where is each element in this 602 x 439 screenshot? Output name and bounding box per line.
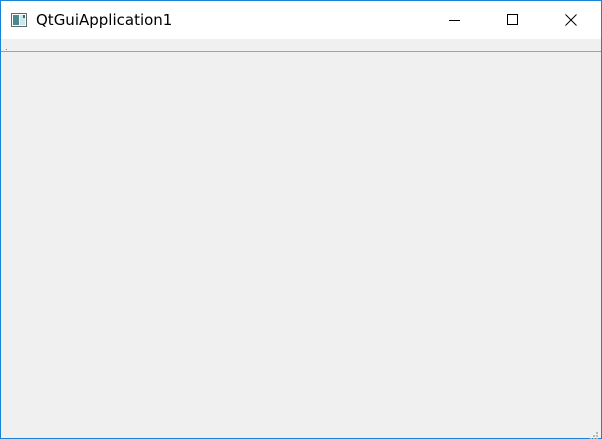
close-button[interactable] [542, 1, 600, 39]
maximize-button[interactable] [484, 1, 542, 39]
window-title: QtGuiApplication1 [36, 11, 173, 29]
main-toolbar [1, 39, 601, 56]
main-window: QtGuiApplication1 [0, 0, 602, 439]
title-bar[interactable]: QtGuiApplication1 [1, 1, 601, 39]
maximize-icon [507, 11, 519, 30]
minimize-icon [449, 11, 461, 30]
close-icon [565, 11, 577, 30]
central-widget [1, 52, 601, 438]
app-icon[interactable] [11, 12, 27, 27]
toolbar-grip-icon[interactable] [5, 41, 8, 56]
size-grip-icon[interactable] [589, 426, 599, 439]
minimize-button[interactable] [426, 1, 484, 39]
